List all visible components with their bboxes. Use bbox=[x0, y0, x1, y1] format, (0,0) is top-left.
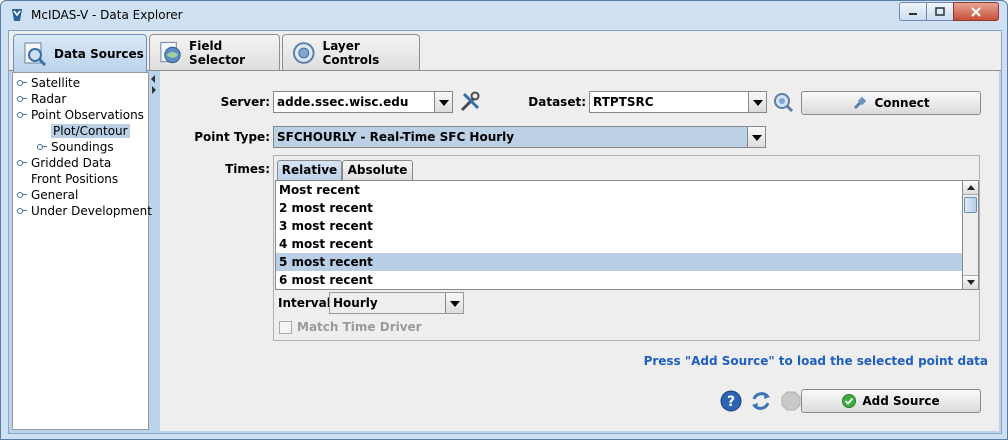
tab-relative[interactable]: Relative bbox=[277, 160, 342, 180]
checkmark-icon bbox=[842, 394, 857, 408]
tree-item-label: Satellite bbox=[31, 76, 81, 90]
refresh-icon[interactable] bbox=[749, 389, 773, 413]
data-explorer-window: McIDAS-V - Data Explorer Data Sources Fi… bbox=[0, 0, 1008, 440]
tree-item-label: Front Positions bbox=[31, 172, 119, 186]
match-time-driver-checkbox[interactable] bbox=[279, 321, 292, 334]
window-title: McIDAS-V - Data Explorer bbox=[31, 8, 183, 22]
tree-node-icon bbox=[17, 207, 27, 215]
expand-right-icon[interactable] bbox=[152, 86, 156, 94]
tree-node-icon bbox=[17, 79, 27, 87]
tree-item-label: Radar bbox=[31, 92, 67, 106]
maximize-button[interactable] bbox=[926, 2, 954, 21]
connect-button-label: Connect bbox=[874, 96, 930, 110]
minimize-button[interactable] bbox=[899, 2, 927, 21]
close-button[interactable] bbox=[953, 2, 999, 21]
list-item[interactable]: Most recent bbox=[276, 181, 962, 199]
field-selector-icon bbox=[160, 41, 181, 63]
tree-item-under-development[interactable]: Under Development bbox=[17, 203, 152, 219]
times-label: Times: bbox=[225, 162, 270, 176]
list-item[interactable]: 2 most recent bbox=[276, 199, 962, 217]
tree-node-icon bbox=[17, 159, 27, 167]
tree-item-label: General bbox=[31, 188, 79, 202]
scrollbar-thumb[interactable] bbox=[964, 197, 977, 213]
match-time-driver-label: Match Time Driver bbox=[297, 320, 422, 334]
tree-node-icon bbox=[17, 191, 27, 199]
server-value: adde.ssec.wisc.edu bbox=[277, 95, 409, 109]
stop-icon bbox=[781, 391, 801, 411]
server-combobox[interactable]: adde.ssec.wisc.edu bbox=[273, 91, 453, 113]
interval-value: Hourly bbox=[333, 296, 378, 310]
tree-node-icon bbox=[37, 143, 47, 151]
add-source-button[interactable]: Add Source bbox=[801, 389, 981, 413]
times-scrollbar[interactable] bbox=[963, 180, 979, 290]
dataset-combobox[interactable]: RTPTSRC bbox=[589, 91, 767, 113]
chevron-down-icon[interactable] bbox=[747, 127, 765, 147]
panel-splitter[interactable] bbox=[149, 71, 159, 431]
add-source-label: Add Source bbox=[862, 394, 940, 408]
data-sources-panel: Satellite Radar Point Observations Plot/… bbox=[9, 71, 1001, 433]
client-area: Data Sources Field Selector Layer Contro… bbox=[8, 30, 1002, 434]
tree-item-satellite[interactable]: Satellite bbox=[17, 75, 80, 91]
scroll-down-icon[interactable] bbox=[963, 275, 978, 289]
close-icon bbox=[971, 6, 981, 17]
tab-label: Layer Controls bbox=[322, 38, 380, 67]
point-type-label: Point Type: bbox=[194, 130, 270, 144]
chevron-down-icon[interactable] bbox=[748, 92, 766, 112]
dataset-search-icon[interactable] bbox=[771, 90, 795, 114]
tree-item-label: Under Development bbox=[31, 204, 152, 218]
tree-item-label: Soundings bbox=[51, 140, 114, 154]
maximize-icon bbox=[935, 6, 945, 16]
connect-button[interactable]: Connect bbox=[801, 91, 981, 115]
server-label: Server: bbox=[220, 95, 270, 109]
svg-text:?: ? bbox=[727, 394, 735, 410]
chevron-down-icon[interactable] bbox=[434, 92, 452, 112]
list-item[interactable]: 4 most recent bbox=[276, 235, 962, 253]
tab-label: Field Selector bbox=[189, 38, 246, 67]
point-type-combobox[interactable]: SFCHOURLY - Real-Time SFC Hourly bbox=[273, 126, 766, 148]
title-bar[interactable]: McIDAS-V - Data Explorer bbox=[1, 1, 1007, 31]
list-item-selected[interactable]: 5 most recent bbox=[276, 253, 962, 271]
interval-combobox[interactable]: Hourly bbox=[329, 292, 464, 314]
tree-item-radar[interactable]: Radar bbox=[17, 91, 66, 107]
tree-item-plot-contour[interactable]: Plot/Contour bbox=[51, 123, 130, 139]
data-sources-icon bbox=[24, 42, 47, 66]
status-hint: Press "Add Source" to load the selected … bbox=[643, 354, 988, 368]
list-item[interactable]: 3 most recent bbox=[276, 217, 962, 235]
tab-field-selector[interactable]: Field Selector bbox=[149, 34, 280, 70]
point-type-value: SFCHOURLY - Real-Time SFC Hourly bbox=[277, 130, 515, 144]
relative-times-list[interactable]: Most recent 2 most recent 3 most recent … bbox=[275, 180, 963, 290]
tree-node-icon bbox=[17, 95, 27, 103]
manage-servers-icon[interactable] bbox=[458, 90, 482, 114]
mcidas-app-icon bbox=[12, 9, 22, 21]
connect-plug-icon bbox=[854, 96, 867, 110]
tab-label: Data Sources bbox=[54, 46, 144, 61]
tree-item-soundings[interactable]: Soundings bbox=[37, 139, 114, 155]
collapse-left-icon[interactable] bbox=[151, 75, 155, 83]
tree-item-general[interactable]: General bbox=[17, 187, 78, 203]
dataset-label: Dataset: bbox=[528, 95, 586, 109]
chooser-form: Server: adde.ssec.wisc.edu Dataset: RTPT… bbox=[160, 71, 999, 431]
tree-item-label: Plot/Contour bbox=[51, 124, 130, 138]
list-item[interactable]: 6 most recent bbox=[276, 271, 962, 289]
dataset-value: RTPTSRC bbox=[593, 95, 654, 109]
layer-controls-icon bbox=[292, 41, 315, 64]
help-icon[interactable]: ? bbox=[719, 389, 743, 413]
tab-data-sources[interactable]: Data Sources bbox=[13, 34, 147, 72]
times-panel: Relative Absolute Most recent 2 most rec… bbox=[273, 155, 980, 341]
interval-label: Interval: bbox=[278, 296, 336, 310]
data-source-tree[interactable]: Satellite Radar Point Observations Plot/… bbox=[12, 72, 152, 430]
tab-absolute[interactable]: Absolute bbox=[342, 160, 413, 180]
minimize-icon bbox=[909, 12, 917, 15]
chevron-down-icon[interactable] bbox=[445, 293, 463, 313]
tree-node-icon bbox=[17, 111, 27, 119]
tab-layer-controls[interactable]: Layer Controls bbox=[282, 34, 420, 70]
tree-item-point-observations[interactable]: Point Observations bbox=[17, 107, 144, 123]
tree-item-label: Gridded Data bbox=[31, 156, 112, 170]
tree-item-gridded-data[interactable]: Gridded Data bbox=[17, 155, 111, 171]
tree-item-front-positions[interactable]: Front Positions bbox=[31, 171, 118, 187]
tree-item-label: Point Observations bbox=[31, 108, 144, 122]
scroll-up-icon[interactable] bbox=[963, 181, 978, 195]
